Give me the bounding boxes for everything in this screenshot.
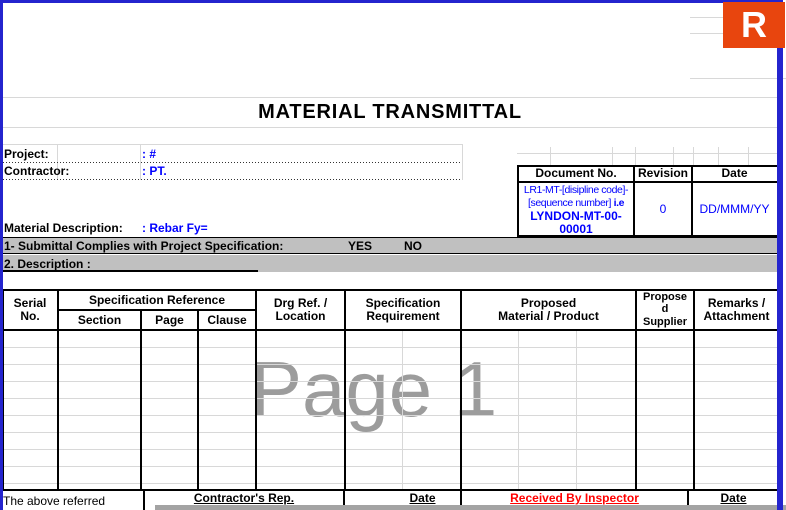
contractor-rep-label: Contractor's Rep. xyxy=(193,491,295,505)
contractor-value-cell[interactable]: : PT. xyxy=(142,164,167,178)
section-header: Section xyxy=(77,312,122,327)
date-header: Date xyxy=(721,166,748,180)
doc-no-header: Document No. xyxy=(535,166,617,180)
received-by-inspector-label: Received By Inspector xyxy=(510,491,639,505)
date-value-cell[interactable]: DD/MMM/YY xyxy=(693,183,776,235)
page-break-border-right xyxy=(777,0,783,510)
page-break-border-left xyxy=(0,0,3,510)
material-description-label: Material Description: xyxy=(4,221,123,235)
gridline xyxy=(517,153,778,154)
page-break-border-top xyxy=(0,0,783,3)
gridline xyxy=(462,144,463,180)
gridline xyxy=(693,147,694,165)
gridline xyxy=(673,147,674,165)
gridline xyxy=(748,147,749,165)
remarks-attachment-header: Remarks / Attachment xyxy=(703,295,770,323)
no-option[interactable]: NO xyxy=(404,239,422,253)
proposed-material-header: Proposed Material / Product xyxy=(498,295,599,323)
spec-requirement-header: Specification Requirement xyxy=(365,295,441,323)
proposed-supplier-header: Propose d Supplier xyxy=(642,290,687,328)
contractor-label: Contractor: xyxy=(4,164,70,178)
date-signature-label-1: Date xyxy=(409,491,436,505)
gridline xyxy=(718,147,719,165)
date-signature-label-2: Date xyxy=(720,491,747,505)
doc-no-line1: LR1-MT-[disipline code]- xyxy=(523,184,629,196)
gridline xyxy=(550,147,551,165)
gridline xyxy=(3,144,462,145)
yes-option[interactable]: YES xyxy=(348,239,372,253)
contractor-underline xyxy=(3,178,461,180)
doc-no-value-cell[interactable]: LR1-MT-[disipline code]- [sequence numbe… xyxy=(519,184,633,236)
revision-header: Revision xyxy=(637,166,688,180)
footer-note: The above referred xyxy=(3,494,106,508)
gridline xyxy=(690,33,724,34)
page-title: MATERIAL TRANSMITTAL xyxy=(258,101,522,123)
material-description-value-cell[interactable]: : Rebar Fy= xyxy=(142,221,208,235)
gridline xyxy=(690,78,786,79)
company-logo: R xyxy=(723,2,785,48)
submittal-complies-label: 1- Submittal Complies with Project Speci… xyxy=(4,239,284,253)
clause-header: Clause xyxy=(207,312,247,327)
gridline xyxy=(690,17,724,18)
material-transmittal-sheet: Page 1 MATERIAL TRANSMITTAL Project: : #… xyxy=(0,0,786,510)
description-label: 2. Description : xyxy=(4,257,91,271)
gridline xyxy=(3,97,777,98)
spec-reference-header: Specification Reference xyxy=(88,292,226,307)
project-value-cell[interactable]: : # xyxy=(142,147,156,161)
doc-no-line4: 00001 xyxy=(559,222,593,236)
drg-ref-location-header: Drg Ref. / Location xyxy=(273,295,328,323)
revision-value-cell[interactable]: 0 xyxy=(635,183,691,235)
gridline xyxy=(635,147,636,165)
gridline xyxy=(3,127,777,128)
page-header: Page xyxy=(155,312,184,327)
gridline xyxy=(612,147,613,165)
table-body-area[interactable] xyxy=(4,331,776,489)
logo-r-letter: R xyxy=(741,4,767,45)
project-label: Project: xyxy=(4,147,49,161)
page-shadow xyxy=(155,505,786,510)
project-underline xyxy=(3,161,461,163)
serial-no-header: Serial No. xyxy=(13,295,47,323)
